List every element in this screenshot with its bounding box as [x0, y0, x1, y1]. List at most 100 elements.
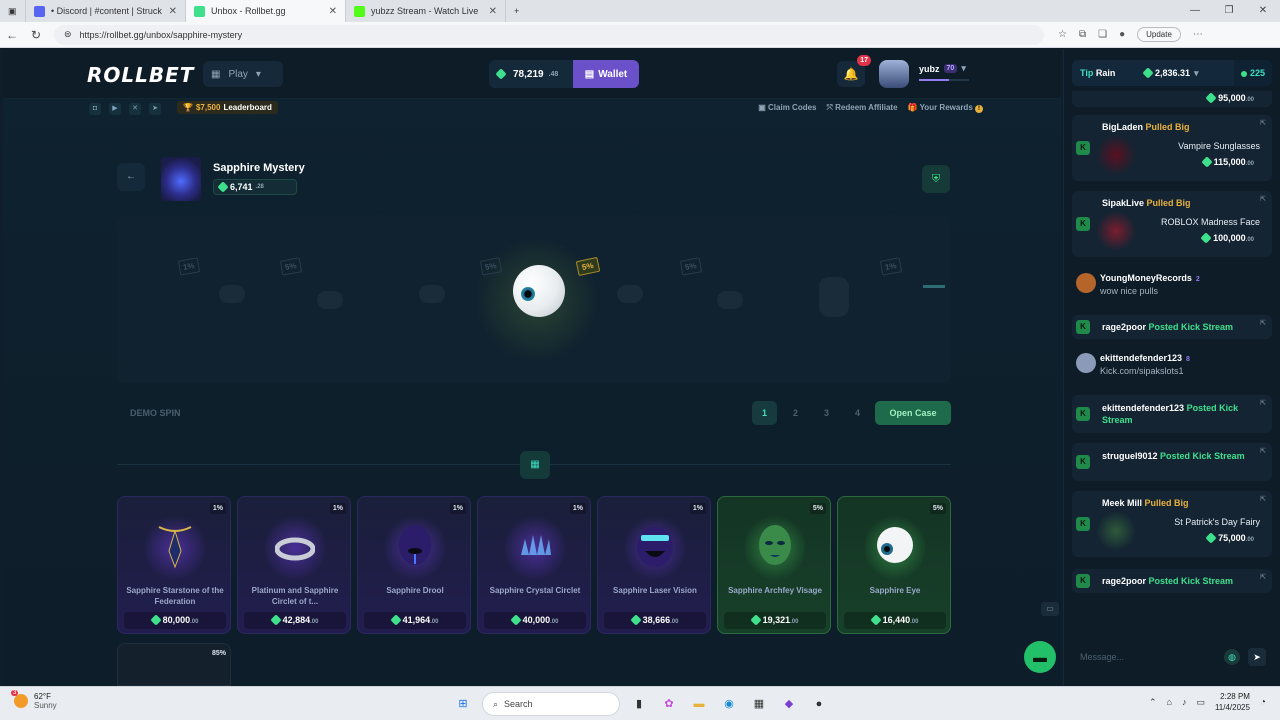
- external-link-icon[interactable]: ⇱: [1260, 319, 1266, 327]
- stream-card[interactable]: K ⇱ rage2poor Posted Kick Stream: [1072, 315, 1272, 339]
- external-link-icon[interactable]: ⇱: [1260, 195, 1266, 203]
- item-card[interactable]: 1% Sapphire Crystal Circlet 40,000.00: [477, 496, 591, 634]
- collections-icon[interactable]: ❏: [1098, 29, 1107, 40]
- file-explorer-icon[interactable]: ▬: [688, 693, 710, 715]
- balance-display[interactable]: 78,219 .48: [489, 60, 573, 88]
- chat-username[interactable]: ekittendefender123 8: [1100, 353, 1190, 363]
- stream-card[interactable]: K ⇱ ekittendefender123 Posted Kick Stream: [1072, 395, 1272, 433]
- network-icon[interactable]: ⌂: [1167, 697, 1172, 708]
- spinner-odds-tag: 1%: [177, 257, 200, 276]
- notification-center-icon[interactable]: ◔: [1260, 697, 1266, 708]
- back-button[interactable]: ←: [117, 163, 145, 191]
- close-tab-icon[interactable]: ✕: [169, 6, 177, 17]
- notifications-button[interactable]: 🔔 17: [837, 55, 871, 87]
- chat-toggle-icon[interactable]: ▭: [1041, 602, 1059, 616]
- avatar[interactable]: [1076, 273, 1096, 293]
- support-chat-button[interactable]: ▬: [1024, 641, 1056, 673]
- claim-codes-link[interactable]: ▣ Claim Codes: [758, 103, 816, 113]
- play-label: Play: [228, 68, 248, 80]
- wallet-button[interactable]: ▤ Wallet: [573, 60, 639, 88]
- count-option-1[interactable]: 1: [752, 401, 777, 425]
- weather-condition: Sunny: [34, 701, 57, 710]
- discord-icon[interactable]: ◘: [89, 103, 101, 115]
- clock[interactable]: 2:28 PM 11/4/2025: [1215, 691, 1250, 713]
- weather-widget[interactable]: 3 62°F Sunny: [11, 690, 57, 710]
- play-dropdown[interactable]: ▦ Play ▾: [203, 61, 283, 87]
- count-option-3[interactable]: 3: [814, 401, 839, 425]
- rollbet-logo[interactable]: ROLLBET: [87, 63, 194, 87]
- item-odds: 1%: [329, 503, 346, 514]
- chevron-up-icon[interactable]: ⌃: [1149, 697, 1157, 708]
- pull-card[interactable]: K ⇱ Meek Mill Pulled Big St Patrick's Day F…: [1072, 491, 1272, 557]
- user-menu[interactable]: yubz 70 ▾: [919, 63, 966, 74]
- item-card[interactable]: 1% Sapphire Drool 41,964.00: [357, 496, 471, 634]
- back-icon[interactable]: ←: [0, 28, 24, 42]
- demo-spin-button[interactable]: DEMO SPIN: [130, 408, 181, 418]
- pull-card[interactable]: K ⇱ SipakLive Pulled Big ROBLOX Madness Fac…: [1072, 191, 1272, 257]
- epic-games-icon[interactable]: ▦: [748, 693, 770, 715]
- item-card[interactable]: 5% Sapphire Eye 16,440.00: [837, 496, 951, 634]
- external-link-icon[interactable]: ⇱: [1260, 573, 1266, 581]
- item-price-main: 38,666: [642, 615, 671, 625]
- item-odds: 1%: [689, 503, 706, 514]
- avatar[interactable]: [879, 60, 909, 88]
- url-field[interactable]: ⊜ https://rollbet.gg/unbox/sapphire-myst…: [54, 24, 1044, 45]
- close-window-icon[interactable]: ✕: [1246, 0, 1280, 22]
- new-tab-button[interactable]: +: [506, 0, 527, 22]
- profile-icon[interactable]: ●: [1119, 29, 1125, 40]
- visual-studio-icon[interactable]: ◆: [778, 693, 800, 715]
- copilot-icon[interactable]: ✿: [658, 693, 680, 715]
- battery-icon[interactable]: ▭: [1196, 697, 1205, 708]
- youtube-icon[interactable]: ▶: [109, 103, 121, 115]
- update-button[interactable]: Update: [1137, 27, 1181, 42]
- start-icon[interactable]: ⊞: [452, 693, 474, 715]
- refresh-icon[interactable]: ↻: [24, 28, 48, 42]
- tab-kick[interactable]: yubzz Stream - Watch Live ✕: [346, 0, 506, 22]
- your-rewards-link[interactable]: 🎁 Your Rewards !: [908, 103, 983, 113]
- obs-icon[interactable]: ●: [808, 693, 830, 715]
- extensions-icon[interactable]: ⧉: [1079, 29, 1086, 40]
- stream-card[interactable]: K ⇱ struguel9012 Posted Kick Stream: [1072, 443, 1272, 481]
- tip-rain-bar[interactable]: Tip Rain 2,836.31 ▾ 225: [1072, 60, 1272, 86]
- globe-icon[interactable]: ◍: [1224, 649, 1240, 665]
- item-thumbnail: [1096, 211, 1136, 251]
- external-link-icon[interactable]: ⇱: [1260, 495, 1266, 503]
- send-icon[interactable]: ➤: [1248, 648, 1266, 666]
- message-input[interactable]: Message... ◍ ➤: [1072, 643, 1272, 671]
- open-case-button[interactable]: Open Case: [875, 401, 951, 425]
- avatar[interactable]: [1076, 353, 1096, 373]
- chat-username[interactable]: YoungMoneyRecords 2: [1100, 273, 1200, 283]
- close-tab-icon[interactable]: ✕: [489, 6, 497, 17]
- count-option-4[interactable]: 4: [845, 401, 870, 425]
- item-card[interactable]: 1% Sapphire Laser Vision 38,666.00: [597, 496, 711, 634]
- edge-icon[interactable]: ◉: [718, 693, 740, 715]
- provably-fair-button[interactable]: ⛨: [922, 165, 950, 193]
- leaderboard-link[interactable]: 🏆 $7,500 Leaderboard: [177, 101, 278, 114]
- stream-card[interactable]: K ⇱ rage2poor Posted Kick Stream: [1072, 569, 1272, 593]
- telegram-icon[interactable]: ➤: [149, 103, 161, 115]
- volume-icon[interactable]: ♪: [1182, 697, 1187, 708]
- pull-card[interactable]: K ⇱ BigLaden Pulled Big Vampire Sunglasses 1…: [1072, 115, 1272, 181]
- x-icon[interactable]: ✕: [129, 103, 141, 115]
- redeem-affiliate-link[interactable]: ⤧ Redeem Affiliate: [827, 103, 898, 113]
- tab-menu[interactable]: ▣: [0, 0, 26, 22]
- maximize-icon[interactable]: ❐: [1212, 0, 1246, 22]
- gem-icon: [509, 614, 522, 626]
- item-card[interactable]: 1% Sapphire Starstone of the Federation 80…: [117, 496, 231, 634]
- tab-discord[interactable]: • Discord | #content | Struck ✕: [26, 0, 186, 22]
- spinner-item: [317, 291, 343, 309]
- more-icon[interactable]: ⋯: [1193, 29, 1203, 40]
- item-card[interactable]: 5% Sapphire Archfey Visage 19,321.00: [717, 496, 831, 634]
- site-info-icon[interactable]: ⊜: [64, 29, 72, 40]
- close-tab-icon[interactable]: ✕: [329, 6, 337, 17]
- taskbar-search[interactable]: ⌕ Search: [482, 692, 620, 716]
- item-price-dec: .00: [430, 619, 439, 625]
- item-card[interactable]: 1% Platinum and Sapphire Circlet of t... 4…: [237, 496, 351, 634]
- tab-rollbet[interactable]: Unbox - Rollbet.gg ✕: [186, 0, 346, 22]
- minimize-icon[interactable]: —: [1178, 0, 1212, 22]
- count-option-2[interactable]: 2: [783, 401, 808, 425]
- favorite-icon[interactable]: ☆: [1058, 29, 1067, 40]
- task-view-icon[interactable]: ▮: [628, 693, 650, 715]
- item-card[interactable]: 85%: [117, 643, 231, 686]
- external-link-icon[interactable]: ⇱: [1260, 119, 1266, 127]
